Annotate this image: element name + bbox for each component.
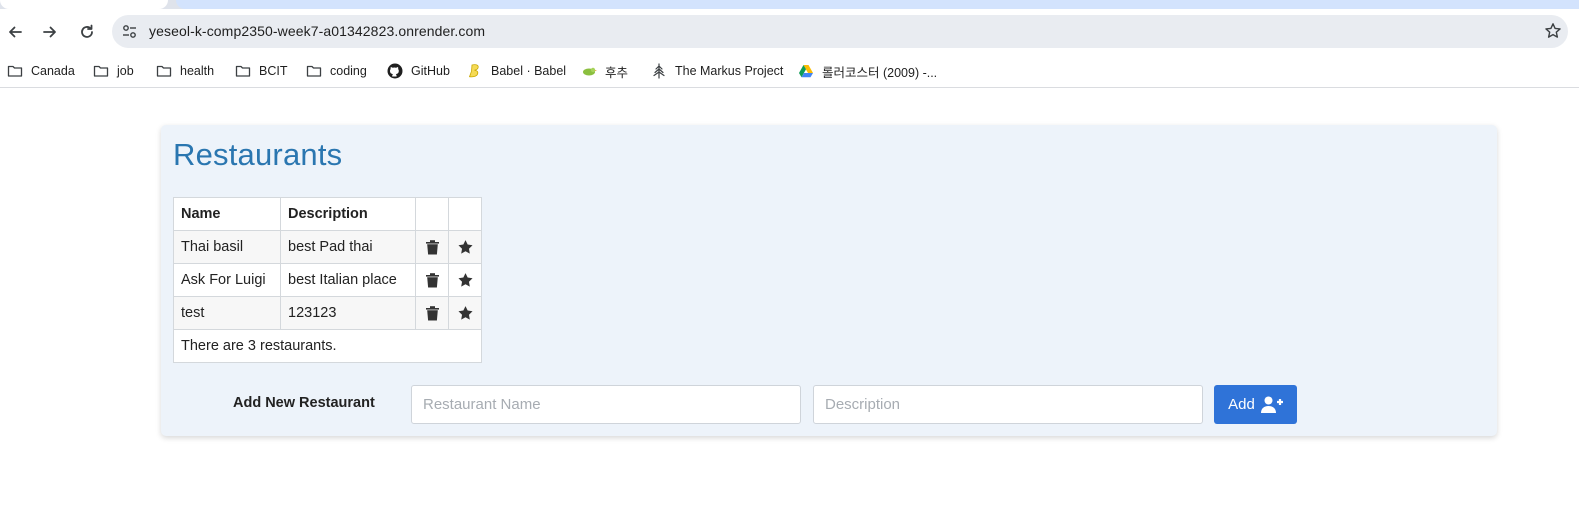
folder-icon <box>7 63 23 79</box>
bookmark-github[interactable]: GitHub <box>387 61 450 81</box>
page-title: Restaurants <box>173 137 343 172</box>
folder-icon <box>93 63 109 79</box>
restaurant-description-cell: best Italian place <box>280 263 416 297</box>
delete-button[interactable] <box>415 230 449 264</box>
delete-button[interactable] <box>415 263 449 297</box>
bookmark-babel[interactable]: Babel · Babel <box>467 61 566 81</box>
trash-icon <box>425 306 439 321</box>
arrow-left-icon <box>9 26 22 38</box>
star-icon <box>457 306 473 320</box>
tab-strip <box>0 0 1579 9</box>
bookmark-health[interactable]: health <box>156 61 214 81</box>
column-header-name: Name <box>173 197 281 231</box>
back-button[interactable] <box>4 21 26 43</box>
bookmark-job[interactable]: job <box>93 61 134 81</box>
bookmark-bcit[interactable]: BCIT <box>235 61 287 81</box>
restaurant-name-input[interactable] <box>411 385 801 424</box>
user-plus-icon <box>1260 396 1283 413</box>
bookmarks-bar: Canada job health BCIT coding GitHub Bab… <box>0 54 1579 88</box>
forward-button[interactable] <box>39 21 61 43</box>
babel-icon <box>467 63 483 79</box>
star-icon <box>457 273 473 287</box>
table-footer-row: There are 3 restaurants. <box>173 329 482 363</box>
url-text[interactable]: yeseol-k-comp2350-week7-a01342823.onrend… <box>149 23 485 39</box>
table-row: Thai basil best Pad thai <box>173 230 482 264</box>
folder-icon <box>156 63 172 79</box>
favorite-button[interactable] <box>448 296 482 330</box>
table-row: test 123123 <box>173 296 482 330</box>
restaurant-description-cell: 123123 <box>280 296 416 330</box>
restaurant-name-cell: test <box>173 296 281 330</box>
bookmark-markus-project[interactable]: The Markus Project <box>651 61 783 81</box>
description-input[interactable] <box>813 385 1203 424</box>
browser-toolbar: yeseol-k-comp2350-week7-a01342823.onrend… <box>0 9 1579 54</box>
table-header-row: Name Description <box>173 197 482 231</box>
trash-icon <box>425 273 439 288</box>
bookmark-coding[interactable]: coding <box>306 61 367 81</box>
restaurant-name-cell: Thai basil <box>173 230 281 264</box>
favorite-button[interactable] <box>448 263 482 297</box>
column-header-favorite <box>448 197 482 231</box>
reload-icon <box>81 24 93 38</box>
restaurant-description-cell: best Pad thai <box>280 230 416 264</box>
site-info-icon[interactable] <box>121 23 138 40</box>
github-icon <box>387 63 403 79</box>
trash-icon <box>425 240 439 255</box>
tab-active[interactable] <box>176 0 1579 9</box>
table-row: Ask For Luigi best Italian place <box>173 263 482 297</box>
address-bar[interactable]: yeseol-k-comp2350-week7-a01342823.onrend… <box>112 15 1568 48</box>
tab-inactive[interactable] <box>0 0 168 9</box>
add-button[interactable]: Add <box>1214 385 1297 424</box>
folder-icon <box>235 63 251 79</box>
bookmark-star-icon[interactable] <box>1544 22 1562 40</box>
favorite-button[interactable] <box>448 230 482 264</box>
column-header-delete <box>415 197 449 231</box>
folder-icon <box>306 63 322 79</box>
restaurants-table: Name Description Thai basil best Pad tha… <box>173 197 482 363</box>
arrow-right-icon <box>43 26 56 38</box>
restaurants-card: Restaurants Name Description Thai basil … <box>161 125 1497 436</box>
delete-button[interactable] <box>415 296 449 330</box>
bookmark-rollercoaster[interactable]: 롤러코스터 (2009) -... <box>798 61 937 81</box>
reload-button[interactable] <box>76 21 98 43</box>
column-header-description: Description <box>280 197 416 231</box>
bookmark-canada[interactable]: Canada <box>7 61 75 81</box>
bird-icon <box>581 63 597 79</box>
bookmark-huchu[interactable]: 후추 <box>581 61 628 81</box>
add-button-label: Add <box>1228 396 1255 413</box>
add-restaurant-label: Add New Restaurant <box>233 395 375 411</box>
restaurant-count-text: There are 3 restaurants. <box>173 329 482 363</box>
tree-icon <box>651 63 667 79</box>
google-drive-icon <box>798 63 814 79</box>
restaurant-name-cell: Ask For Luigi <box>173 263 281 297</box>
star-icon <box>457 240 473 254</box>
